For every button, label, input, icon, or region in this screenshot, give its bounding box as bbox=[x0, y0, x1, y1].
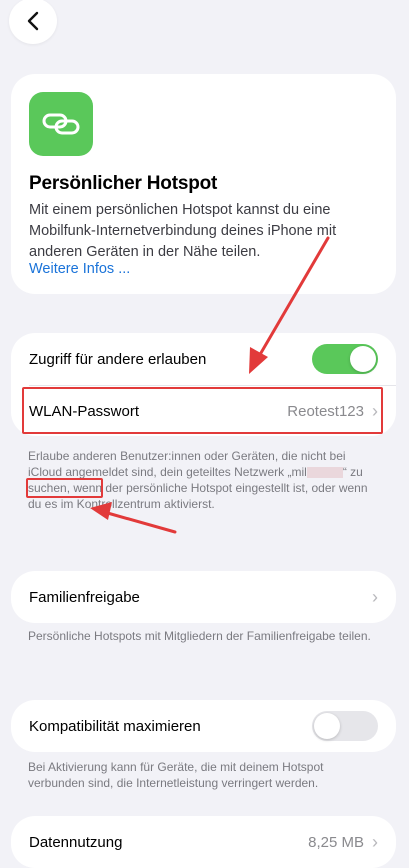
chevron-left-icon bbox=[27, 11, 39, 31]
network-name-highlight bbox=[26, 478, 103, 498]
wifi-password-highlight bbox=[22, 387, 383, 434]
maximize-compat-toggle[interactable] bbox=[312, 711, 378, 741]
allow-access-toggle[interactable] bbox=[312, 344, 378, 374]
compat-card: Kompatibilität maximieren bbox=[11, 700, 396, 752]
data-usage-value: 8,25 MB bbox=[308, 833, 364, 851]
compat-footnote: Bei Aktivierung kann für Geräte, die mit… bbox=[28, 760, 324, 790]
chevron-right-icon: › bbox=[372, 586, 378, 607]
allow-access-row: Zugriff für andere erlauben bbox=[11, 333, 396, 385]
family-sharing-row[interactable]: Familienfreigabe › bbox=[11, 571, 396, 623]
redacted-network-name bbox=[306, 467, 343, 479]
hotspot-app-icon bbox=[29, 92, 93, 156]
data-usage-card: Datennutzung 8,25 MB › bbox=[11, 816, 396, 868]
more-info-link[interactable]: Weitere Infos ... bbox=[29, 261, 130, 277]
access-note-start: Erlaube anderen Benutzer:innen oder Gerä… bbox=[28, 449, 346, 479]
allow-access-label: Zugriff für andere erlauben bbox=[29, 350, 207, 368]
page-title: Persönlicher Hotspot bbox=[29, 173, 218, 194]
back-button[interactable] bbox=[9, 0, 57, 44]
family-sharing-label: Familienfreigabe bbox=[29, 588, 140, 606]
link-icon bbox=[42, 113, 80, 135]
hotspot-info-card: Persönlicher Hotspot Mit einem persönlic… bbox=[11, 74, 396, 294]
chevron-right-icon: › bbox=[372, 831, 378, 852]
hotspot-description: Mit einem persönlichen Hotspot kannst du… bbox=[29, 202, 337, 260]
data-usage-label: Datennutzung bbox=[29, 833, 123, 851]
arrow-line bbox=[102, 510, 177, 534]
family-card: Familienfreigabe › bbox=[11, 571, 396, 623]
data-usage-row[interactable]: Datennutzung 8,25 MB › bbox=[11, 816, 396, 868]
maximize-compat-label: Kompatibilität maximieren bbox=[29, 717, 201, 735]
family-footnote: Persönliche Hotspots mit Mitgliedern der… bbox=[28, 629, 371, 643]
maximize-compat-row: Kompatibilität maximieren bbox=[11, 700, 396, 752]
